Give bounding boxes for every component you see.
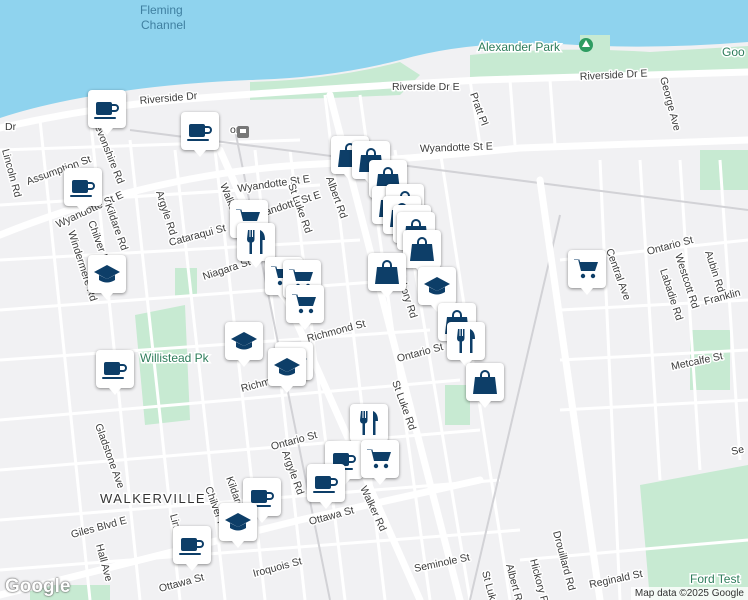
street-label: Riverside Dr E: [392, 81, 460, 93]
graduation-cap-icon: [231, 332, 257, 350]
map-attribution[interactable]: Map data ©2025 Google: [630, 587, 748, 600]
fork-knife-icon: [360, 411, 378, 435]
shopping-marker[interactable]: [403, 230, 441, 275]
restaurant-marker[interactable]: [350, 404, 388, 449]
graduation-cap-icon: [424, 277, 450, 295]
graduation-cap-icon: [225, 513, 251, 531]
park-label-alexander: Alexander Park: [478, 40, 561, 54]
fork-knife-icon: [247, 230, 265, 254]
shopping-bag-icon: [473, 370, 497, 394]
graduation-cap-icon: [274, 358, 300, 376]
park-label-ford-test: Ford Test: [690, 572, 740, 586]
shopping-bag-icon: [375, 260, 399, 284]
map-canvas[interactable]: Fleming Channel Alexander Park Goo Willi…: [0, 0, 748, 600]
park-label-goo: Goo: [722, 45, 745, 59]
coffee-cup-icon: [102, 362, 127, 379]
coffee-cup-icon: [187, 124, 212, 141]
shopping-cart-icon: [292, 294, 316, 314]
cafe-marker[interactable]: [64, 168, 102, 213]
restaurant-marker[interactable]: [237, 223, 275, 268]
coffee-cup-icon: [179, 538, 204, 555]
coffee-cup-icon: [94, 102, 119, 119]
grocery-marker[interactable]: [286, 285, 324, 330]
school-marker[interactable]: [225, 322, 263, 367]
shopping-marker[interactable]: [466, 363, 504, 408]
shopping-cart-icon: [367, 449, 391, 469]
coffee-cup-icon: [70, 180, 95, 197]
grocery-marker[interactable]: [568, 250, 606, 295]
cafe-marker[interactable]: [96, 350, 134, 395]
cafe-marker[interactable]: [307, 464, 345, 509]
school-marker[interactable]: [88, 255, 126, 300]
cafe-marker[interactable]: [181, 112, 219, 157]
coffee-cup-icon: [313, 476, 338, 493]
area-label-walkerville: WALKERVILLE: [100, 491, 206, 506]
park-label-willistead: Willistead Pk: [140, 351, 210, 365]
fork-knife-icon: [457, 329, 475, 353]
water-label-line2: Channel: [141, 18, 186, 32]
graduation-cap-icon: [94, 265, 120, 283]
street-label: Dr: [5, 121, 17, 133]
shopping-cart-icon: [574, 259, 598, 279]
google-logo: Google: [5, 576, 71, 597]
shopping-marker[interactable]: [368, 253, 406, 298]
shopping-bag-icon: [410, 237, 434, 261]
school-marker[interactable]: [219, 503, 257, 548]
restaurant-marker[interactable]: [447, 322, 485, 367]
school-marker[interactable]: [268, 348, 306, 393]
grocery-marker[interactable]: [361, 440, 399, 485]
school-marker[interactable]: [418, 267, 456, 312]
cafe-marker[interactable]: [173, 526, 211, 571]
cafe-marker[interactable]: [88, 90, 126, 135]
street-label: Wyandotte St E: [420, 140, 493, 155]
water-label-line1: Fleming: [140, 3, 183, 17]
